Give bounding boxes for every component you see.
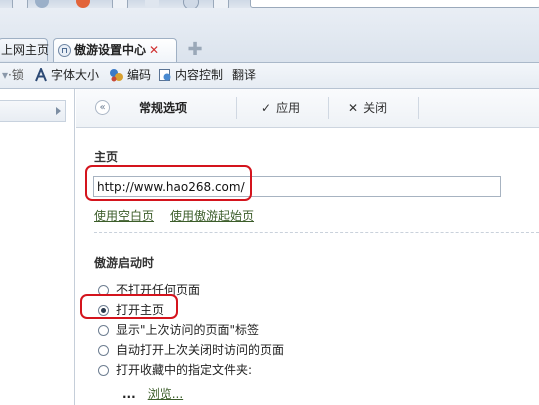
divider	[236, 97, 237, 119]
startup-option-homepage[interactable]: 打开主页	[98, 301, 164, 318]
toolbar-truncated-item[interactable]: ▾·锁	[2, 63, 24, 88]
content-control-button[interactable]: 内容控制	[158, 63, 223, 88]
encoding-button[interactable]: 编码	[109, 63, 151, 88]
browse-link[interactable]: 浏览...	[148, 387, 183, 401]
tab-label: 上网主页	[1, 43, 50, 57]
startup-option-last-visited-tab[interactable]: 显示"上次访问的页面"标签	[98, 321, 259, 338]
translate-label: 翻译	[232, 68, 257, 82]
encoding-label: 编码	[127, 68, 152, 82]
translate-button[interactable]: 翻译	[232, 63, 256, 88]
apply-button[interactable]: ✓ 应用	[261, 89, 300, 127]
settings-header: « 常规选项 ✓ 应用 ✕ 关闭	[76, 89, 539, 128]
tab-label: 傲游设置中心	[74, 43, 147, 57]
settings-content: 主页 使用空白页 使用傲游起始页 傲游启动时 不打开任何页面 打开主页 显示"上…	[76, 128, 539, 405]
divider	[418, 97, 419, 119]
back-icon[interactable]	[35, 0, 49, 8]
option-label: 不打开任何页面	[116, 283, 201, 297]
check-icon: ✓	[261, 101, 272, 115]
radio-button[interactable]	[98, 345, 109, 356]
nav-item-selected[interactable]	[0, 100, 66, 122]
maxthon-home-icon	[58, 44, 71, 57]
close-button[interactable]: ✕ 关闭	[348, 89, 387, 127]
page-title: 常规选项	[139, 101, 188, 115]
radio-button[interactable]	[98, 285, 109, 296]
close-tab-icon[interactable]: ✕	[149, 43, 159, 57]
toolbar-truncated-label: ·锁	[8, 68, 24, 82]
startup-option-favorites-folder[interactable]: 打开收藏中的指定文件夹:	[98, 361, 252, 378]
close-label: 关闭	[363, 101, 388, 115]
option-label: 打开收藏中的指定文件夹:	[116, 363, 253, 377]
new-tab-icon[interactable]: ✚	[187, 41, 203, 59]
radio-button[interactable]	[98, 325, 109, 336]
close-icon: ✕	[348, 101, 359, 115]
startup-option-blank[interactable]: 不打开任何页面	[98, 281, 200, 298]
radio-button[interactable]	[98, 305, 109, 316]
startup-section-title: 傲游启动时	[94, 256, 155, 270]
homepage-section-title: 主页	[94, 150, 119, 164]
tab-homepage[interactable]: 上网主页	[0, 38, 50, 61]
apply-label: 应用	[276, 101, 301, 115]
content-control-icon	[159, 69, 171, 81]
chevron-right-icon	[56, 107, 61, 115]
tab-bar: 上网主页 傲游设置中心 ✕ ✚	[0, 8, 539, 63]
homepage-url-input[interactable]	[93, 176, 501, 197]
favorites-folder-row: ... 浏览...	[122, 385, 183, 402]
address-bar[interactable]	[250, 0, 539, 8]
font-size-label: 字体大小	[51, 68, 100, 82]
encoding-icon	[110, 69, 123, 82]
option-label: 打开主页	[116, 303, 165, 317]
settings-nav-panel	[0, 89, 75, 405]
divider	[328, 97, 329, 119]
tab-settings-center[interactable]: 傲游设置中心 ✕	[53, 38, 177, 62]
use-maxthon-start-link[interactable]: 使用傲游起始页	[170, 207, 254, 224]
font-size-icon	[35, 68, 47, 82]
collapse-panel-icon[interactable]: «	[95, 100, 110, 115]
font-size-button[interactable]: 字体大小	[34, 63, 99, 88]
content-control-label: 内容控制	[175, 68, 224, 82]
section-divider	[94, 232, 539, 233]
undo-icon[interactable]	[145, 0, 159, 8]
option-label: 显示"上次访问的页面"标签	[116, 323, 260, 337]
use-blank-page-link[interactable]: 使用空白页	[94, 207, 154, 224]
option-label: 自动打开上次关闭时访问的页面	[116, 343, 285, 357]
page-toolbar: ▾·锁 字体大小 编码 内容控制 翻译	[0, 63, 539, 89]
radio-button[interactable]	[98, 365, 109, 376]
folder-value: ...	[122, 387, 136, 401]
startup-option-restore-session[interactable]: 自动打开上次关闭时访问的页面	[98, 341, 284, 358]
stop-icon[interactable]	[76, 0, 90, 8]
